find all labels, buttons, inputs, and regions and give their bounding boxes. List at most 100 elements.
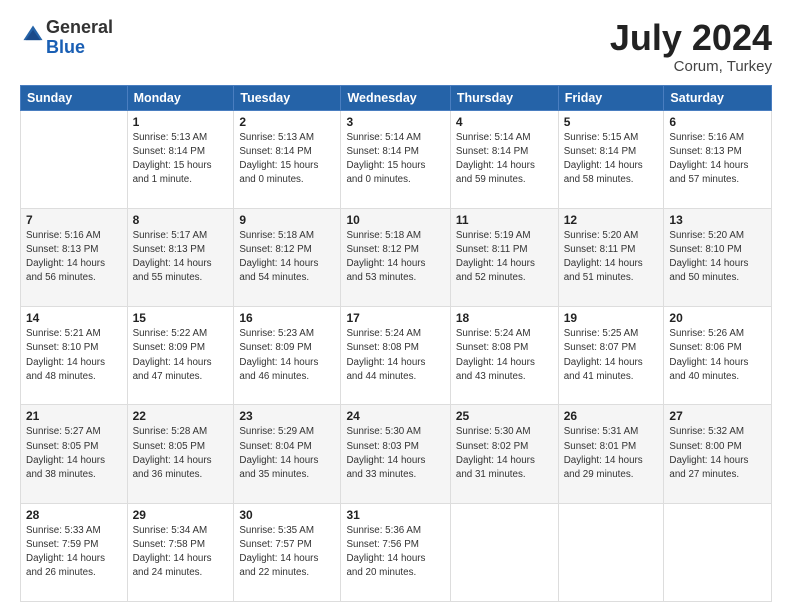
day-number: 20 (669, 311, 766, 325)
calendar-cell (558, 503, 664, 601)
day-info: Sunrise: 5:20 AM Sunset: 8:10 PM Dayligh… (669, 229, 766, 286)
day-number: 7 (26, 213, 122, 227)
calendar-cell: 1 Sunrise: 5:13 AM Sunset: 8:14 PM Daylig… (127, 110, 234, 208)
day-info: Sunrise: 5:32 AM Sunset: 8:00 PM Dayligh… (669, 425, 766, 482)
calendar-cell: 2 Sunrise: 5:13 AM Sunset: 8:14 PM Daylig… (234, 110, 341, 208)
title-month: July 2024 (610, 18, 772, 58)
logo-general: General (46, 17, 113, 37)
day-info: Sunrise: 5:28 AM Sunset: 8:05 PM Dayligh… (133, 425, 229, 482)
header: General Blue July 2024 Corum, Turkey (20, 18, 772, 75)
calendar-cell: 7 Sunrise: 5:16 AM Sunset: 8:13 PM Daylig… (21, 208, 128, 306)
col-monday: Monday (127, 85, 234, 110)
logo-icon (22, 24, 44, 46)
day-info: Sunrise: 5:27 AM Sunset: 8:05 PM Dayligh… (26, 425, 122, 482)
day-number: 27 (669, 409, 766, 423)
col-tuesday: Tuesday (234, 85, 341, 110)
calendar-table: Sunday Monday Tuesday Wednesday Thursday… (20, 85, 772, 602)
title-location: Corum, Turkey (610, 58, 772, 75)
day-info: Sunrise: 5:19 AM Sunset: 8:11 PM Dayligh… (456, 229, 553, 286)
calendar-cell: 18 Sunrise: 5:24 AM Sunset: 8:08 PM Dayli… (450, 307, 558, 405)
calendar-cell: 24 Sunrise: 5:30 AM Sunset: 8:03 PM Dayli… (341, 405, 450, 503)
calendar-week-2: 7 Sunrise: 5:16 AM Sunset: 8:13 PM Daylig… (21, 208, 772, 306)
calendar-cell (450, 503, 558, 601)
day-number: 26 (564, 409, 659, 423)
calendar-cell: 4 Sunrise: 5:14 AM Sunset: 8:14 PM Daylig… (450, 110, 558, 208)
logo-blue: Blue (46, 37, 85, 57)
day-info: Sunrise: 5:29 AM Sunset: 8:04 PM Dayligh… (239, 425, 335, 482)
calendar-cell (664, 503, 772, 601)
day-number: 12 (564, 213, 659, 227)
day-info: Sunrise: 5:23 AM Sunset: 8:09 PM Dayligh… (239, 327, 335, 384)
day-info: Sunrise: 5:17 AM Sunset: 8:13 PM Dayligh… (133, 229, 229, 286)
day-info: Sunrise: 5:36 AM Sunset: 7:56 PM Dayligh… (346, 524, 444, 581)
day-number: 28 (26, 508, 122, 522)
calendar-cell: 5Sunrise: 5:15 AM Sunset: 8:14 PM Daylig… (558, 110, 664, 208)
calendar-cell: 16 Sunrise: 5:23 AM Sunset: 8:09 PM Dayli… (234, 307, 341, 405)
day-number: 18 (456, 311, 553, 325)
day-number: 22 (133, 409, 229, 423)
day-number: 13 (669, 213, 766, 227)
calendar-cell: 6 Sunrise: 5:16 AM Sunset: 8:13 PM Daylig… (664, 110, 772, 208)
day-info: Sunrise: 5:20 AM Sunset: 8:11 PM Dayligh… (564, 229, 659, 286)
calendar-header-row: Sunday Monday Tuesday Wednesday Thursday… (21, 85, 772, 110)
calendar-cell: 20 Sunrise: 5:26 AM Sunset: 8:06 PM Dayli… (664, 307, 772, 405)
day-number: 8 (133, 213, 229, 227)
day-info: Sunrise: 5:14 AM Sunset: 8:14 PM Dayligh… (346, 131, 444, 188)
day-number: 16 (239, 311, 335, 325)
title-block: July 2024 Corum, Turkey (610, 18, 772, 75)
day-number: 3 (346, 115, 444, 129)
col-saturday: Saturday (664, 85, 772, 110)
day-number: 24 (346, 409, 444, 423)
calendar-week-1: 1 Sunrise: 5:13 AM Sunset: 8:14 PM Daylig… (21, 110, 772, 208)
day-info: Sunrise: 5:30 AM Sunset: 8:03 PM Dayligh… (346, 425, 444, 482)
col-wednesday: Wednesday (341, 85, 450, 110)
calendar-cell: 29 Sunrise: 5:34 AM Sunset: 7:58 PM Dayli… (127, 503, 234, 601)
day-info: Sunrise: 5:24 AM Sunset: 8:08 PM Dayligh… (346, 327, 444, 384)
calendar-cell: 30Sunrise: 5:35 AM Sunset: 7:57 PM Dayli… (234, 503, 341, 601)
calendar-cell: 15 Sunrise: 5:22 AM Sunset: 8:09 PM Dayli… (127, 307, 234, 405)
day-number: 31 (346, 508, 444, 522)
day-info: Sunrise: 5:26 AM Sunset: 8:06 PM Dayligh… (669, 327, 766, 384)
day-info: Sunrise: 5:21 AM Sunset: 8:10 PM Dayligh… (26, 327, 122, 384)
day-info: Sunrise: 5:34 AM Sunset: 7:58 PM Dayligh… (133, 524, 229, 581)
day-number: 19 (564, 311, 659, 325)
calendar-cell: 23 Sunrise: 5:29 AM Sunset: 8:04 PM Dayli… (234, 405, 341, 503)
day-info: Sunrise: 5:13 AM Sunset: 8:14 PM Dayligh… (133, 131, 229, 188)
day-number: 6 (669, 115, 766, 129)
day-number: 1 (133, 115, 229, 129)
calendar-cell: 31 Sunrise: 5:36 AM Sunset: 7:56 PM Dayli… (341, 503, 450, 601)
day-number: 4 (456, 115, 553, 129)
day-info: Sunrise: 5:33 AM Sunset: 7:59 PM Dayligh… (26, 524, 122, 581)
calendar-cell: 12 Sunrise: 5:20 AM Sunset: 8:11 PM Dayli… (558, 208, 664, 306)
logo-text: General Blue (46, 18, 113, 58)
day-info: Sunrise: 5:16 AM Sunset: 8:13 PM Dayligh… (669, 131, 766, 188)
day-info: Sunrise: 5:15 AM Sunset: 8:14 PM Dayligh… (564, 131, 659, 188)
day-info: Sunrise: 5:30 AM Sunset: 8:02 PM Dayligh… (456, 425, 553, 482)
day-info: Sunrise: 5:14 AM Sunset: 8:14 PM Dayligh… (456, 131, 553, 188)
day-number: 2 (239, 115, 335, 129)
day-number: 30 (239, 508, 335, 522)
calendar-cell (21, 110, 128, 208)
logo: General Blue (20, 18, 113, 58)
calendar-cell: 25Sunrise: 5:30 AM Sunset: 8:02 PM Dayli… (450, 405, 558, 503)
calendar-cell: 26Sunrise: 5:31 AM Sunset: 8:01 PM Dayli… (558, 405, 664, 503)
calendar-week-5: 28 Sunrise: 5:33 AM Sunset: 7:59 PM Dayli… (21, 503, 772, 601)
calendar-cell: 14Sunrise: 5:21 AM Sunset: 8:10 PM Dayli… (21, 307, 128, 405)
day-info: Sunrise: 5:13 AM Sunset: 8:14 PM Dayligh… (239, 131, 335, 188)
calendar-cell: 28 Sunrise: 5:33 AM Sunset: 7:59 PM Dayli… (21, 503, 128, 601)
calendar-cell: 22 Sunrise: 5:28 AM Sunset: 8:05 PM Dayli… (127, 405, 234, 503)
calendar-cell: 11 Sunrise: 5:19 AM Sunset: 8:11 PM Dayli… (450, 208, 558, 306)
calendar-cell: 9Sunrise: 5:18 AM Sunset: 8:12 PM Daylig… (234, 208, 341, 306)
page: General Blue July 2024 Corum, Turkey Sun… (0, 0, 792, 612)
day-number: 11 (456, 213, 553, 227)
day-info: Sunrise: 5:18 AM Sunset: 8:12 PM Dayligh… (346, 229, 444, 286)
day-number: 29 (133, 508, 229, 522)
day-info: Sunrise: 5:22 AM Sunset: 8:09 PM Dayligh… (133, 327, 229, 384)
day-info: Sunrise: 5:24 AM Sunset: 8:08 PM Dayligh… (456, 327, 553, 384)
day-info: Sunrise: 5:16 AM Sunset: 8:13 PM Dayligh… (26, 229, 122, 286)
calendar-cell: 13 Sunrise: 5:20 AM Sunset: 8:10 PM Dayli… (664, 208, 772, 306)
calendar-cell: 10Sunrise: 5:18 AM Sunset: 8:12 PM Dayli… (341, 208, 450, 306)
calendar-cell: 21Sunrise: 5:27 AM Sunset: 8:05 PM Dayli… (21, 405, 128, 503)
day-number: 23 (239, 409, 335, 423)
day-number: 15 (133, 311, 229, 325)
